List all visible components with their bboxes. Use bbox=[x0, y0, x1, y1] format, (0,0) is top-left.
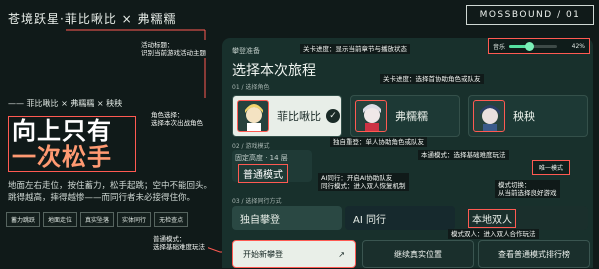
annotation-character-select: 角色选择： 选择本次出战角色 bbox=[148, 110, 206, 128]
continue-button[interactable]: 继续真实位置 bbox=[362, 240, 474, 268]
feature-chips: 蓄力跳跃 地面走位 真实坠落 实体同行 无检查点 bbox=[6, 212, 189, 227]
annotation-activity-title: 活动标题： 识别当前游戏活动主题 bbox=[138, 40, 209, 58]
music-volume-control[interactable]: 音乐 42% bbox=[488, 38, 590, 54]
difficulty-mode-value: 普通模式 bbox=[238, 164, 288, 183]
character-card-fnuonuo[interactable]: 弗糯糯 bbox=[350, 95, 460, 137]
music-value: 42% bbox=[571, 42, 585, 50]
portrait-icon bbox=[245, 104, 263, 131]
character-portrait bbox=[473, 100, 505, 132]
start-climb-label: 开始新攀登 bbox=[243, 249, 283, 259]
start-climb-button[interactable]: 开始新攀登 ↗ bbox=[232, 240, 356, 268]
annotation-solo: 独自重登：单人协助角色或队友 bbox=[330, 137, 427, 147]
annotation-normal-mode: 本通模式：选择基础难度玩法 bbox=[418, 150, 509, 160]
music-slider[interactable] bbox=[509, 41, 558, 51]
annotation-normal-mode-bottom: 普通模式： 选择基础难度玩法 bbox=[150, 234, 208, 252]
annotation-ai-companion: AI同行：开启AI协助队友 同行模式：进入双人恢复机制 bbox=[318, 173, 409, 191]
portrait-icon bbox=[480, 105, 500, 131]
section-label-character: 01 / 选择角色 bbox=[232, 84, 270, 91]
character-portrait bbox=[355, 100, 387, 132]
game-description: 地面左右走位，按住蓄力，松手起跳；空中不能回头。跳得越高，摔得越惨——而同行者未… bbox=[8, 181, 213, 203]
feature-chip: 实体同行 bbox=[117, 212, 152, 227]
feature-chip: 无检查点 bbox=[154, 212, 189, 227]
slogan-line-2: 一次松手 bbox=[12, 143, 112, 171]
panel-title: 选择本次旅程 bbox=[232, 63, 316, 79]
leaderboard-button[interactable]: 查看普通模式排行榜 bbox=[478, 240, 590, 268]
character-name: 弗糯糯 bbox=[395, 110, 428, 123]
only-mode-chip: 唯一模式 bbox=[532, 160, 571, 175]
annotation-level-progress: 关卡进度：显示当前章节与播放状态 bbox=[300, 44, 410, 54]
panel-kicker: 攀登准备 bbox=[232, 47, 260, 55]
character-roster-line: —— 菲比啾比 × 弗糯糯 × 秧秧 bbox=[8, 99, 123, 108]
brand-label: MOSSBOUND / 01 bbox=[466, 5, 594, 25]
music-label: 音乐 bbox=[493, 43, 506, 51]
feature-chip: 真实坠落 bbox=[80, 212, 115, 227]
play-mode-local-coop[interactable]: 本地双人 bbox=[460, 206, 588, 230]
character-portrait bbox=[237, 100, 269, 132]
section-label-mode: 02 / 游戏模式 bbox=[232, 143, 270, 150]
arrow-up-right-icon: ↗ bbox=[338, 249, 345, 259]
play-mode-solo[interactable]: 独自攀登 bbox=[232, 206, 342, 230]
check-icon: ✓ bbox=[326, 109, 340, 123]
annotation-local-coop: 模式双人：进入双人合作玩法 bbox=[448, 229, 539, 239]
play-mode-local-label: 本地双人 bbox=[468, 208, 516, 228]
game-title: 苍境跃星·菲比啾比 × 弗糯糯 bbox=[8, 12, 177, 26]
character-card-yangyang[interactable]: 秧秧 bbox=[468, 95, 588, 137]
feature-chip: 蓄力跳跃 bbox=[6, 212, 41, 227]
character-name: 菲比啾比 bbox=[277, 110, 321, 123]
feature-chip: 地面走位 bbox=[43, 212, 78, 227]
section-label-play: 03 / 选择同行方式 bbox=[232, 198, 282, 205]
annotation-mode-switch: 模式切换： 从当前选择良好游戏 bbox=[495, 180, 560, 198]
difficulty-height-label: 固定高度 · 14 层 bbox=[235, 154, 288, 162]
character-card-phoebe[interactable]: 菲比啾比 ✓ bbox=[232, 95, 342, 137]
slogan-box: 向上只有 一次松手 bbox=[8, 116, 136, 172]
music-slider-knob[interactable] bbox=[525, 41, 535, 51]
annotation-level-select: 关卡进度：选择首协助角色或队友 bbox=[380, 74, 484, 84]
portrait-icon bbox=[363, 104, 381, 131]
slogan-line-1: 向上只有 bbox=[12, 117, 112, 145]
play-mode-ai[interactable]: AI 同行 bbox=[345, 206, 455, 230]
character-name: 秧秧 bbox=[513, 110, 535, 123]
